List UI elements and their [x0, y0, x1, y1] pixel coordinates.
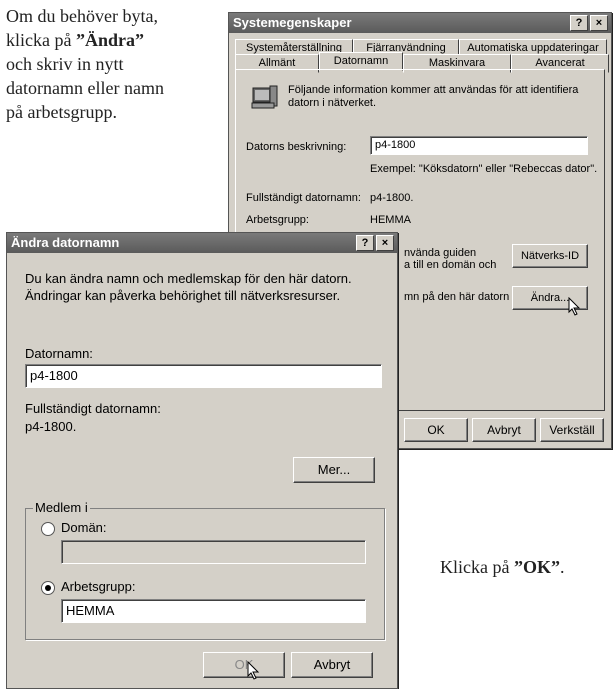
close-button[interactable]: × — [590, 15, 608, 31]
domain-input[interactable] — [61, 540, 366, 564]
wizard-text-2: a till en domän och — [404, 259, 497, 271]
instruction-line: klicka på ”Ändra” — [6, 30, 144, 50]
change-name-titlebar[interactable]: Ändra datornamn ? × — [7, 233, 397, 253]
sys-cancel-button[interactable]: Avbryt — [472, 418, 536, 442]
info-text-1: Följande information kommer att användas… — [288, 84, 579, 96]
more-button[interactable]: Mer... — [293, 457, 375, 483]
fullname-value: p4-1800. — [370, 192, 414, 204]
instruction-line: datornamn eller namn — [6, 78, 164, 98]
domain-label: Domän: — [61, 520, 107, 535]
cursor-icon — [568, 296, 582, 322]
computer-icon — [250, 82, 280, 117]
cursor-icon — [247, 660, 261, 684]
instruction-line: Om du behöver byta, — [6, 6, 158, 26]
workgroup-label: Arbetsgrupp: — [246, 214, 309, 226]
dialog-ok-button[interactable]: OK — [203, 652, 285, 678]
workgroup-input[interactable]: HEMMA — [61, 599, 366, 623]
rename-text: mn på den här datorn — [404, 291, 510, 303]
system-properties-titlebar[interactable]: Systemegenskaper ? × — [229, 13, 611, 33]
help-button[interactable]: ? — [356, 235, 374, 251]
instruction-line: på arbetsgrupp. — [6, 102, 117, 122]
workgroup-value: HEMMA — [370, 214, 411, 226]
change-computer-name-dialog: Ändra datornamn ? × Du kan ändra namn oc… — [6, 232, 398, 689]
apply-button[interactable]: Verkställ — [540, 418, 604, 442]
close-button[interactable]: × — [376, 235, 394, 251]
example-text: Exempel: "Köksdatorn" eller "Rebeccas da… — [370, 163, 598, 175]
dialog-title: Ändra datornamn — [11, 235, 120, 250]
domain-radio[interactable] — [41, 522, 55, 536]
instruction-top: Om du behöver byta, klicka på ”Ändra” oc… — [6, 4, 216, 124]
computer-name-input[interactable]: p4-1800 — [25, 364, 382, 388]
intro-text-2: Ändringar kan påverka behörighet till nä… — [25, 288, 341, 303]
network-id-button[interactable]: Nätverks-ID — [512, 244, 588, 268]
wizard-text-1: nvända guiden — [404, 247, 477, 259]
instruction-line: och skriv in nytt — [6, 54, 124, 74]
fullname-value: p4-1800. — [25, 419, 77, 434]
dialog-cancel-button[interactable]: Avbryt — [291, 652, 373, 678]
member-group-label: Medlem i — [33, 500, 90, 515]
fullname-label: Fullständigt datornamn: — [246, 192, 361, 204]
workgroup-label: Arbetsgrupp: — [61, 579, 136, 594]
workgroup-radio[interactable] — [41, 581, 55, 595]
intro-text-1: Du kan ändra namn och medlemskap för den… — [25, 271, 352, 286]
description-label: Datorns beskrivning: — [246, 141, 347, 153]
computer-name-label: Datornamn: — [25, 346, 93, 361]
sys-ok-button[interactable]: OK — [404, 418, 468, 442]
info-text-2: datorn i nätverket. — [288, 97, 377, 109]
fullname-label: Fullständigt datornamn: — [25, 401, 161, 416]
instruction-bottom: Klicka på ”OK”. — [440, 557, 565, 577]
help-button[interactable]: ? — [570, 15, 588, 31]
window-title: Systemegenskaper — [233, 15, 352, 30]
description-field[interactable]: p4-1800 — [370, 136, 588, 155]
